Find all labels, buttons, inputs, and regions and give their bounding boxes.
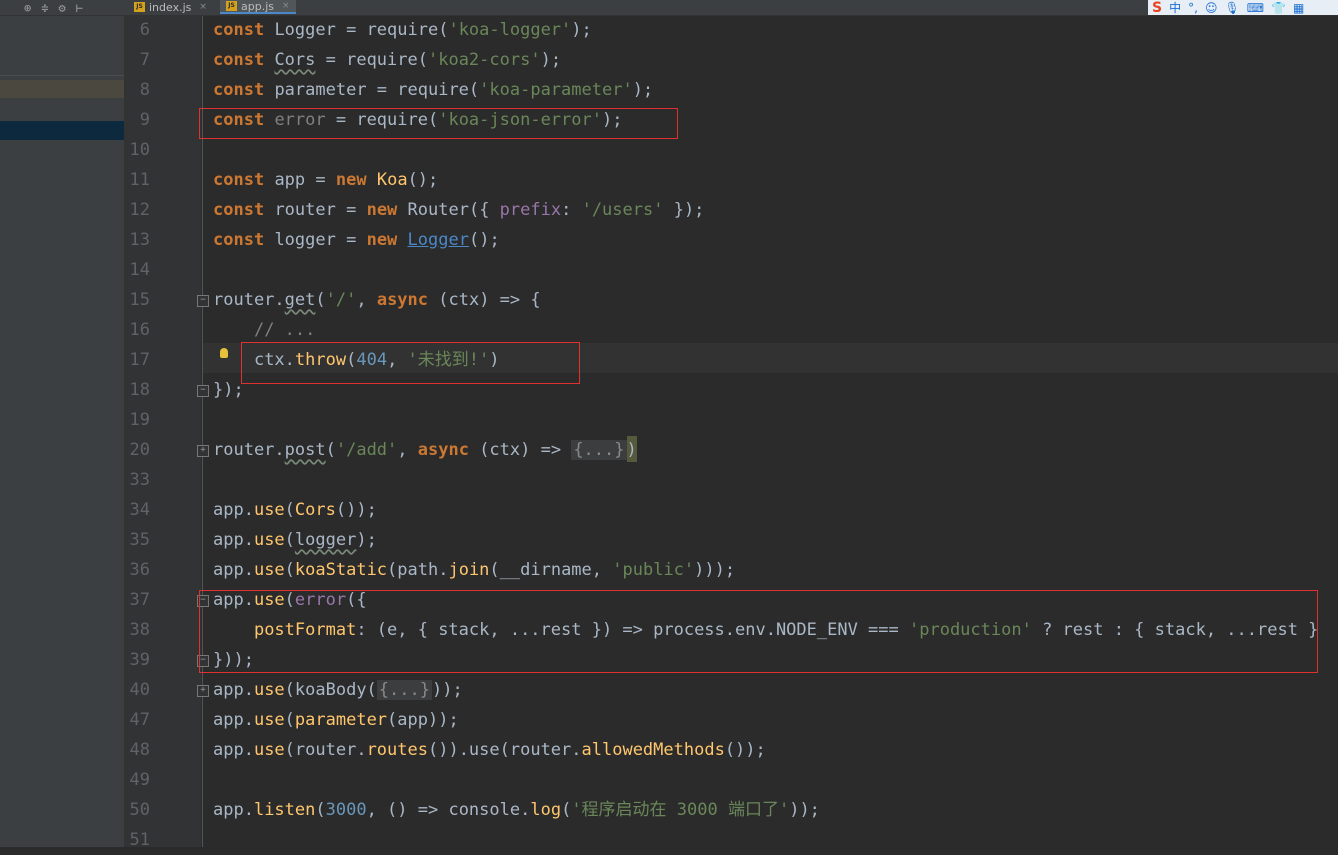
fold-collapse-icon[interactable]: − xyxy=(197,295,209,307)
line-number: 19 xyxy=(129,410,150,430)
line-number: 33 xyxy=(129,470,150,490)
code-line-20[interactable]: router.post('/add', async (ctx) => {...}… xyxy=(213,435,637,465)
gear-icon[interactable]: ⚙ xyxy=(58,1,65,15)
ime-language[interactable]: 中 xyxy=(1169,0,1181,16)
tab-label: index.js xyxy=(149,0,192,14)
line-number: 49 xyxy=(129,770,150,790)
line-number: 37 xyxy=(129,590,150,610)
divider xyxy=(0,75,124,76)
tab-app-js[interactable]: JS app.js × xyxy=(220,0,296,14)
line-number: 11 xyxy=(129,170,150,190)
code-line-12[interactable]: const router = new Router({ prefix: '/us… xyxy=(213,195,704,225)
annotation-box-require-error xyxy=(199,108,678,139)
target-icon[interactable]: ⊕ xyxy=(24,1,31,15)
js-file-icon: JS xyxy=(134,2,145,12)
code-line-18[interactable]: }); xyxy=(213,375,244,405)
line-number: 16 xyxy=(129,320,150,340)
project-toolbar: ⊕ ≑ ⚙ ⊢ xyxy=(24,0,83,15)
code-line-40[interactable]: app.use(koaBody({...})); xyxy=(213,675,463,705)
line-number: 8 xyxy=(139,80,150,100)
keyboard-icon[interactable]: ⌨ xyxy=(1247,1,1264,15)
code-line-16[interactable]: // ... xyxy=(213,315,315,345)
code-line-48[interactable]: app.use(router.routes()).use(router.allo… xyxy=(213,735,766,765)
line-number: 14 xyxy=(129,260,150,280)
line-number: 38 xyxy=(129,620,150,640)
code-line-36[interactable]: app.use(koaStatic(path.join(__dirname, '… xyxy=(213,555,735,585)
code-line-34[interactable]: app.use(Cors()); xyxy=(213,495,377,525)
microphone-icon[interactable]: 🎙 xyxy=(1224,1,1239,15)
punctuation-icon[interactable]: °, xyxy=(1188,1,1198,15)
line-number: 17 xyxy=(129,350,150,370)
project-panel[interactable] xyxy=(0,16,125,847)
code-line-13[interactable]: const logger = new Logger(); xyxy=(213,225,500,255)
line-number: 18 xyxy=(129,380,150,400)
line-number: 51 xyxy=(129,830,150,850)
code-line-7[interactable]: const Cors = require('koa2-cors'); xyxy=(213,45,561,75)
line-number: 35 xyxy=(129,530,150,550)
line-number: 39 xyxy=(129,650,150,670)
hide-icon[interactable]: ⊢ xyxy=(76,1,83,15)
line-number: 40 xyxy=(129,680,150,700)
line-number: 36 xyxy=(129,560,150,580)
line-number: 48 xyxy=(129,740,150,760)
code-line-15[interactable]: router.get('/', async (ctx) => { xyxy=(213,285,541,315)
folded-block[interactable]: {...} xyxy=(571,440,627,460)
code-line-50[interactable]: app.listen(3000, () => console.log('程序启动… xyxy=(213,795,820,825)
annotation-box-ctx-throw xyxy=(241,342,580,384)
js-file-icon: JS xyxy=(226,1,237,11)
ime-toolbar: S 中 °, ☺ 🎙 ⌨ 👕 ▦ xyxy=(1148,0,1338,16)
close-icon[interactable]: × xyxy=(282,1,290,11)
line-number: 34 xyxy=(129,500,150,520)
line-number: 9 xyxy=(139,110,150,130)
code-line-6[interactable]: const Logger = require('koa-logger'); xyxy=(213,15,592,45)
line-number: 20 xyxy=(129,440,150,460)
close-icon[interactable]: × xyxy=(199,2,207,12)
fold-collapse-icon[interactable]: − xyxy=(197,385,209,397)
line-number: 12 xyxy=(129,200,150,220)
collapse-icon[interactable]: ≑ xyxy=(41,1,48,15)
tab-index-js[interactable]: JS index.js × xyxy=(128,0,213,14)
line-number: 13 xyxy=(129,230,150,250)
folded-block[interactable]: {...} xyxy=(376,680,432,700)
annotation-box-error-middleware xyxy=(199,590,1318,673)
tab-label: app.js xyxy=(241,0,274,13)
settings-icon[interactable]: ▦ xyxy=(1293,1,1304,15)
editor-tab-bar: ⊕ ≑ ⚙ ⊢ JS index.js × JS app.js × S 中 °,… xyxy=(0,0,1338,16)
tree-row-highlight[interactable] xyxy=(0,80,124,98)
code-line-35[interactable]: app.use(logger); xyxy=(213,525,377,555)
fold-expand-icon[interactable]: + xyxy=(197,445,209,457)
code-line-47[interactable]: app.use(parameter(app)); xyxy=(213,705,459,735)
line-number: 50 xyxy=(129,800,150,820)
line-number: 15 xyxy=(129,290,150,310)
line-number: 7 xyxy=(139,50,150,70)
fold-expand-icon[interactable]: + xyxy=(197,685,209,697)
code-line-11[interactable]: const app = new Koa(); xyxy=(213,165,438,195)
skin-icon[interactable]: 👕 xyxy=(1271,1,1286,15)
tree-row-selected[interactable] xyxy=(0,121,124,140)
gutter-separator xyxy=(202,16,203,847)
emoji-icon[interactable]: ☺ xyxy=(1205,1,1218,15)
line-number: 47 xyxy=(129,710,150,730)
line-number: 10 xyxy=(129,140,150,160)
code-line-8[interactable]: const parameter = require('koa-parameter… xyxy=(213,75,653,105)
line-number: 6 xyxy=(139,20,150,40)
ime-logo-icon[interactable]: S xyxy=(1152,0,1162,16)
